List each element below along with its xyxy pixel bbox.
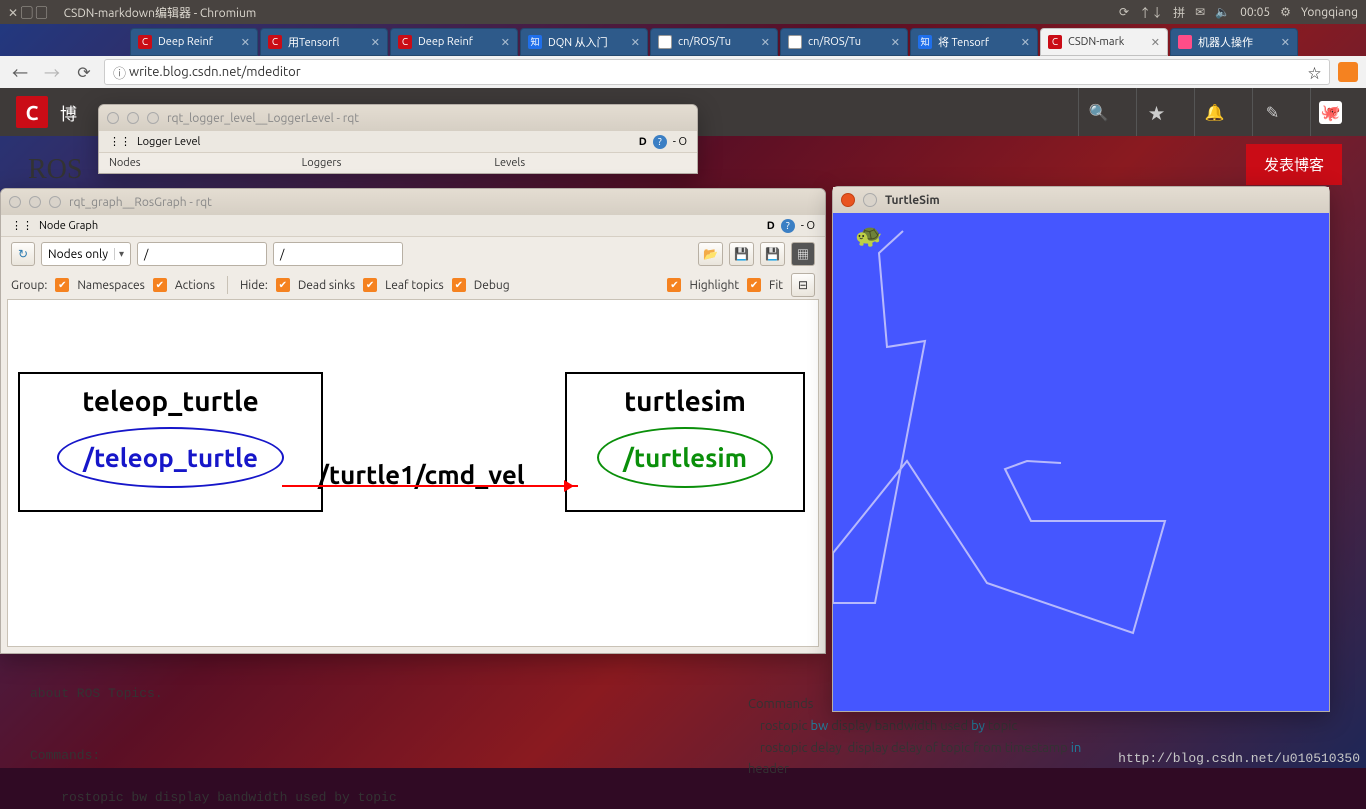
browser-tab[interactable]: 知DQN 从入门✕ bbox=[520, 28, 648, 56]
turtle-icon: 🐢 bbox=[855, 223, 882, 249]
node-filter-select[interactable]: Nodes only bbox=[41, 242, 131, 266]
window-titlebar[interactable]: TurtleSim bbox=[833, 187, 1329, 213]
help-icon[interactable]: ? bbox=[781, 219, 795, 233]
checkbox-actions[interactable]: ✔ bbox=[153, 278, 167, 292]
site-info-icon[interactable]: ⓘ bbox=[113, 63, 126, 82]
csdn-logo-icon[interactable]: C bbox=[16, 96, 48, 128]
settings-gear-icon[interactable]: ⚙ bbox=[1280, 5, 1291, 19]
plugin-tab[interactable]: ⋮⋮ Node Graph D?- O bbox=[1, 215, 825, 237]
topic-filter-input[interactable]: / bbox=[137, 242, 267, 266]
close-icon: ✕ bbox=[241, 36, 250, 49]
active-window-title: CSDN-markdown编辑器 - Chromium bbox=[64, 4, 257, 21]
node-group-teleop: teleop_turtle /teleop_turtle bbox=[18, 372, 323, 512]
star-icon[interactable]: ★ bbox=[1136, 88, 1176, 136]
browser-tab[interactable]: CDeep Reinf✕ bbox=[390, 28, 518, 56]
messaging-icon[interactable]: ✉ bbox=[1195, 5, 1205, 19]
input-method-icon[interactable]: 拼 bbox=[1173, 4, 1185, 21]
open-button[interactable]: 📂 bbox=[698, 242, 723, 266]
help-icon[interactable]: ? bbox=[653, 135, 667, 149]
nav-reload-button[interactable]: ⟳ bbox=[72, 60, 96, 84]
page-heading: ROS bbox=[28, 154, 82, 186]
nav-forward-button: → bbox=[40, 60, 64, 84]
session-username[interactable]: Yongqiang bbox=[1301, 6, 1358, 19]
window-close-icon[interactable] bbox=[841, 193, 855, 207]
indicator-icon[interactable]: ⟳ bbox=[1119, 5, 1129, 19]
image-button[interactable]: ▦ bbox=[791, 242, 815, 266]
turtle-path bbox=[833, 213, 1331, 711]
plugin-handle-icon: ⋮⋮ bbox=[109, 135, 131, 148]
url-text: write.blog.csdn.net/mdeditor bbox=[129, 65, 301, 79]
checkbox-highlight[interactable]: ✔ bbox=[667, 278, 681, 292]
edge-arrow-icon bbox=[282, 485, 578, 487]
code-snippet-left: about ROS Topics. Commands: rostopic bw … bbox=[30, 684, 397, 809]
plugin-handle-icon: ⋮⋮ bbox=[11, 219, 33, 232]
window-min-icon[interactable] bbox=[127, 112, 139, 124]
window-min-icon[interactable] bbox=[863, 193, 877, 207]
window-titlebar[interactable]: rqt_logger_level__LoggerLevel - rqt bbox=[99, 105, 697, 131]
logger-columns: NodesLoggersLevels bbox=[99, 153, 697, 173]
window-title: TurtleSim bbox=[885, 194, 940, 207]
clock-label[interactable]: 00:05 bbox=[1240, 6, 1270, 19]
window-title: rqt_graph__RosGraph - rqt bbox=[69, 196, 212, 209]
ros-node-teleop[interactable]: /teleop_turtle bbox=[57, 427, 284, 488]
browser-tab[interactable]: 知将 Tensorf✕ bbox=[910, 28, 1038, 56]
orientation-button[interactable]: ⊟ bbox=[791, 273, 815, 297]
checkbox-deadsinks[interactable]: ✔ bbox=[276, 278, 290, 292]
ros-graph-canvas[interactable]: teleop_turtle /teleop_turtle turtlesim /… bbox=[7, 299, 819, 647]
bell-icon[interactable]: 🔔 bbox=[1194, 88, 1234, 136]
save-as-button[interactable]: 💾 bbox=[760, 242, 785, 266]
save-button[interactable]: 💾 bbox=[729, 242, 754, 266]
search-icon[interactable]: 🔍 bbox=[1078, 88, 1118, 136]
browser-toolbar: ← → ⟳ ⓘ write.blog.csdn.net/mdeditor ☆ bbox=[0, 56, 1366, 88]
browser-tab[interactable]: CDeep Reinf✕ bbox=[130, 28, 258, 56]
ubuntu-top-panel: ✕ ▢ ▢ CSDN-markdown编辑器 - Chromium ⟳ ↑↓ 拼… bbox=[0, 0, 1366, 24]
checkbox-namespaces[interactable]: ✔ bbox=[55, 278, 69, 292]
graph-toolbar: ↻ Nodes only / / 📂 💾 💾 ▦ bbox=[1, 237, 825, 271]
refresh-button[interactable]: ↻ bbox=[11, 242, 35, 266]
checkbox-fit[interactable]: ✔ bbox=[747, 278, 761, 292]
window-titlebar[interactable]: rqt_graph__RosGraph - rqt bbox=[1, 189, 825, 215]
address-bar[interactable]: ⓘ write.blog.csdn.net/mdeditor ☆ bbox=[104, 59, 1330, 85]
watermark-text: http://blog.csdn.net/u010510350 bbox=[1118, 751, 1360, 766]
node-group-turtlesim: turtlesim /turtlesim bbox=[565, 372, 805, 512]
window-max-icon[interactable] bbox=[147, 112, 159, 124]
csdn-nav-item[interactable]: 博 bbox=[60, 100, 77, 125]
volume-icon[interactable]: 🔈 bbox=[1215, 5, 1230, 19]
browser-tab[interactable]: 机器人操作✕ bbox=[1170, 28, 1298, 56]
graph-options-row: Group: ✔Namespaces ✔Actions Hide: ✔Dead … bbox=[1, 271, 825, 299]
browser-tab[interactable]: C用Tensorfl✕ bbox=[260, 28, 388, 56]
browser-tab[interactable]: cn/ROS/Tu✕ bbox=[650, 28, 778, 56]
ros-node-turtlesim[interactable]: /turtlesim bbox=[597, 427, 773, 488]
node-filter-input[interactable]: / bbox=[273, 242, 403, 266]
window-controls-icon[interactable]: ✕ ▢ ▢ bbox=[8, 4, 48, 21]
window-close-icon[interactable] bbox=[9, 196, 21, 208]
browser-tabstrip: CDeep Reinf✕ C用Tensorfl✕ CDeep Reinf✕ 知D… bbox=[0, 24, 1366, 56]
turtlesim-window[interactable]: TurtleSim 🐢 bbox=[832, 186, 1330, 712]
window-max-icon[interactable] bbox=[49, 196, 61, 208]
rqt-logger-window[interactable]: rqt_logger_level__LoggerLevel - rqt ⋮⋮ L… bbox=[98, 104, 698, 174]
checkbox-debug[interactable]: ✔ bbox=[452, 278, 466, 292]
publish-button[interactable]: 发表博客 bbox=[1246, 144, 1342, 185]
bookmark-star-icon[interactable]: ☆ bbox=[1308, 63, 1321, 82]
window-min-icon[interactable] bbox=[29, 196, 41, 208]
window-close-icon[interactable] bbox=[107, 112, 119, 124]
network-icon[interactable]: ↑↓ bbox=[1139, 4, 1163, 21]
checkbox-leaftopics[interactable]: ✔ bbox=[363, 278, 377, 292]
nav-back-button[interactable]: ← bbox=[8, 60, 32, 84]
rqt-graph-window[interactable]: rqt_graph__RosGraph - rqt ⋮⋮ Node Graph … bbox=[0, 188, 826, 654]
window-title: rqt_logger_level__LoggerLevel - rqt bbox=[167, 112, 359, 125]
plugin-tab[interactable]: ⋮⋮ Logger Level D?- O bbox=[99, 131, 697, 153]
browser-tab-active[interactable]: CCSDN-mark✕ bbox=[1040, 28, 1168, 56]
browser-tab[interactable]: cn/ROS/Tu✕ bbox=[780, 28, 908, 56]
edit-icon[interactable]: ✎ bbox=[1252, 88, 1292, 136]
github-icon[interactable]: 🐙 bbox=[1310, 88, 1350, 136]
turtlesim-canvas[interactable]: 🐢 bbox=[833, 213, 1329, 711]
extension-icon[interactable] bbox=[1338, 62, 1358, 82]
